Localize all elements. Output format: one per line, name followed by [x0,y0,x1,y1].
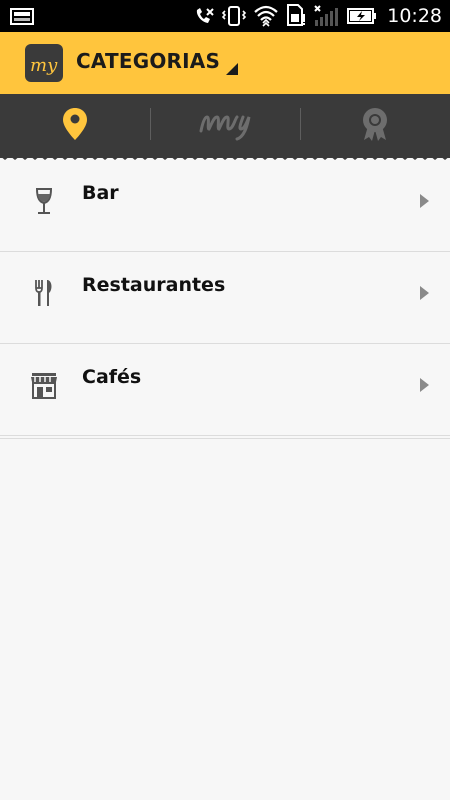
chevron-right-icon [420,194,429,208]
store-icon [31,373,57,399]
chevron-right-icon [420,286,429,300]
tab-location[interactable] [0,94,150,154]
status-bar: 10:28 [0,0,450,32]
missed-call-icon [193,6,215,26]
tab-bar [0,94,450,160]
category-list: Bar Restaurantes Cafés [0,160,450,439]
chevron-right-icon [420,378,429,392]
signal-icon [313,4,341,28]
list-item-label: Cafés [82,366,142,388]
vibrate-icon [221,5,247,27]
battery-charging-icon [347,8,377,24]
app-bar: my CATEGORIAS [0,32,450,94]
app-logo-icon: my [25,44,63,82]
tab-awards[interactable] [300,94,450,154]
tab-my[interactable] [150,94,300,154]
award-badge-icon [363,108,387,141]
app-logo-text: my [30,55,58,76]
list-end-divider [0,436,450,439]
list-item-label: Bar [82,182,119,204]
status-time: 10:28 [387,5,442,27]
list-item-cafes[interactable]: Cafés [0,344,450,436]
list-item-restaurantes[interactable]: Restaurantes [0,252,450,344]
wine-glass-icon [35,188,53,214]
list-item-label: Restaurantes [82,274,226,296]
wifi-icon [253,4,279,28]
page-title[interactable]: CATEGORIAS [76,49,220,73]
fork-knife-icon [35,280,52,306]
sim-icon [285,4,307,28]
notification-image-icon [10,8,34,25]
my-logo-icon [199,115,251,141]
list-item-bar[interactable]: Bar [0,160,450,252]
dropdown-triangle-icon[interactable] [226,63,238,75]
location-pin-icon [63,108,87,140]
